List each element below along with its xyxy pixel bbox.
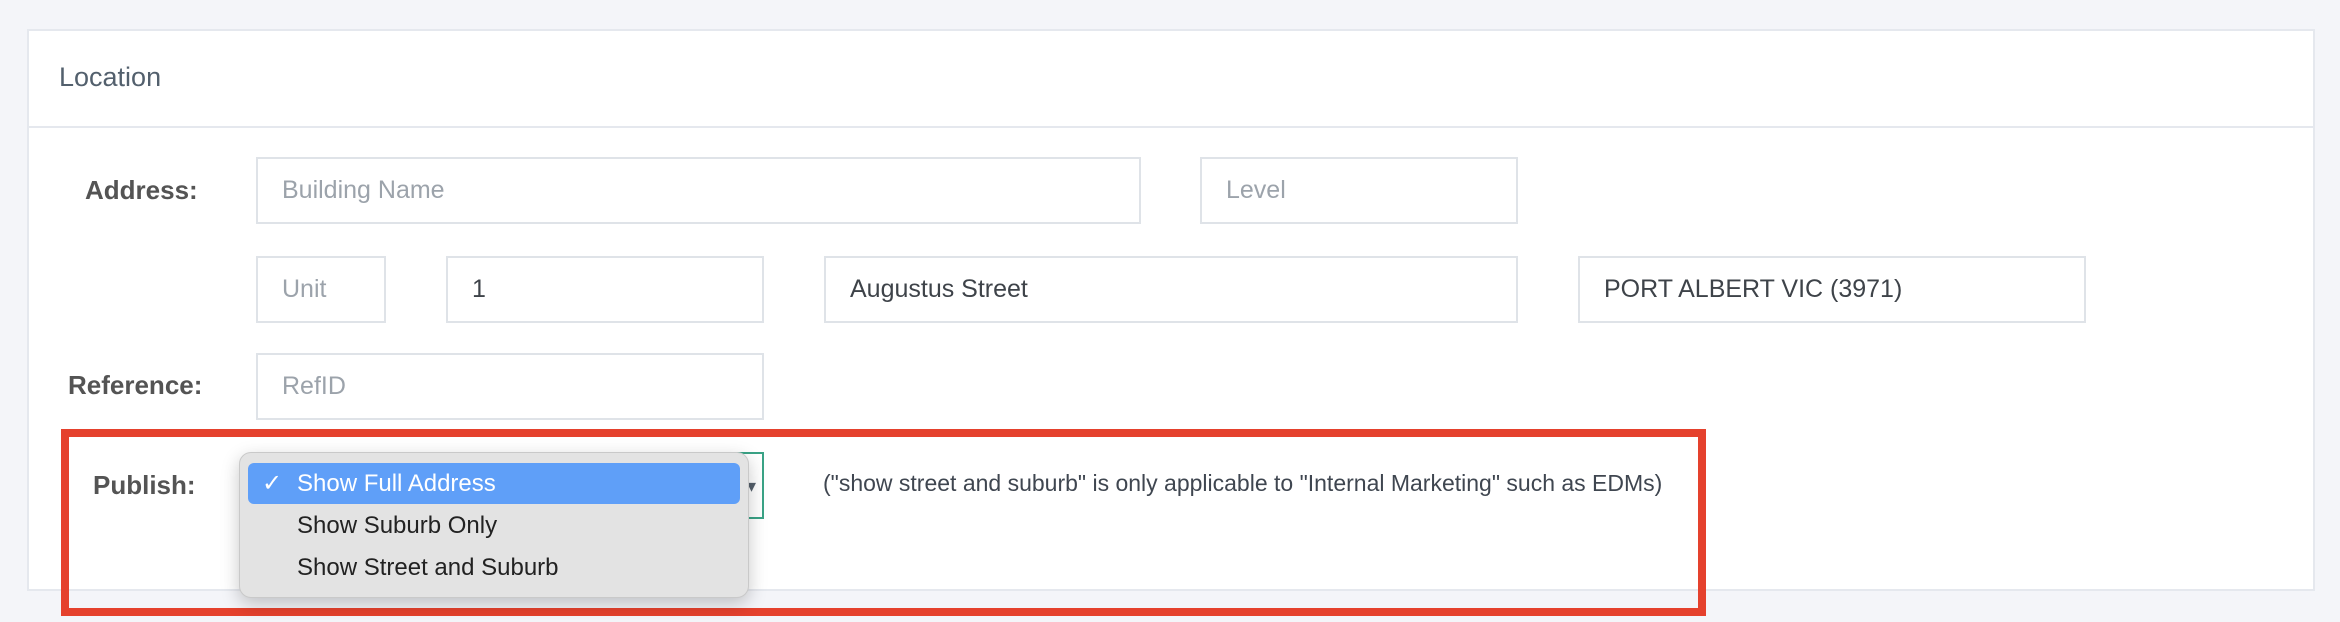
- reference-input[interactable]: [256, 353, 764, 420]
- unit-input[interactable]: [256, 256, 386, 323]
- street-name-input[interactable]: [824, 256, 1518, 323]
- panel-title: Location: [59, 62, 162, 92]
- panel-header: Location: [29, 31, 2313, 128]
- option-show-street-and-suburb[interactable]: Show Street and Suburb: [248, 547, 740, 588]
- level-input[interactable]: [1200, 157, 1518, 224]
- publish-label: Publish:: [93, 470, 196, 500]
- checkmark-icon: ✓: [262, 470, 283, 497]
- option-label: Show Full Address: [297, 470, 496, 497]
- option-show-full-address[interactable]: ✓ Show Full Address: [248, 463, 740, 504]
- option-label: Show Suburb Only: [297, 512, 498, 539]
- option-show-suburb-only[interactable]: Show Suburb Only: [248, 505, 740, 546]
- publish-hint: ("show street and suburb" is only applic…: [823, 470, 1663, 496]
- publish-dropdown-menu: ✓ Show Full Address Show Suburb Only Sho…: [239, 452, 749, 598]
- reference-label: Reference:: [68, 370, 203, 400]
- option-label: Show Street and Suburb: [297, 554, 559, 581]
- suburb-input[interactable]: [1578, 256, 2086, 323]
- address-label: Address:: [85, 175, 198, 205]
- street-number-input[interactable]: [446, 256, 764, 323]
- building-name-input[interactable]: [256, 157, 1141, 224]
